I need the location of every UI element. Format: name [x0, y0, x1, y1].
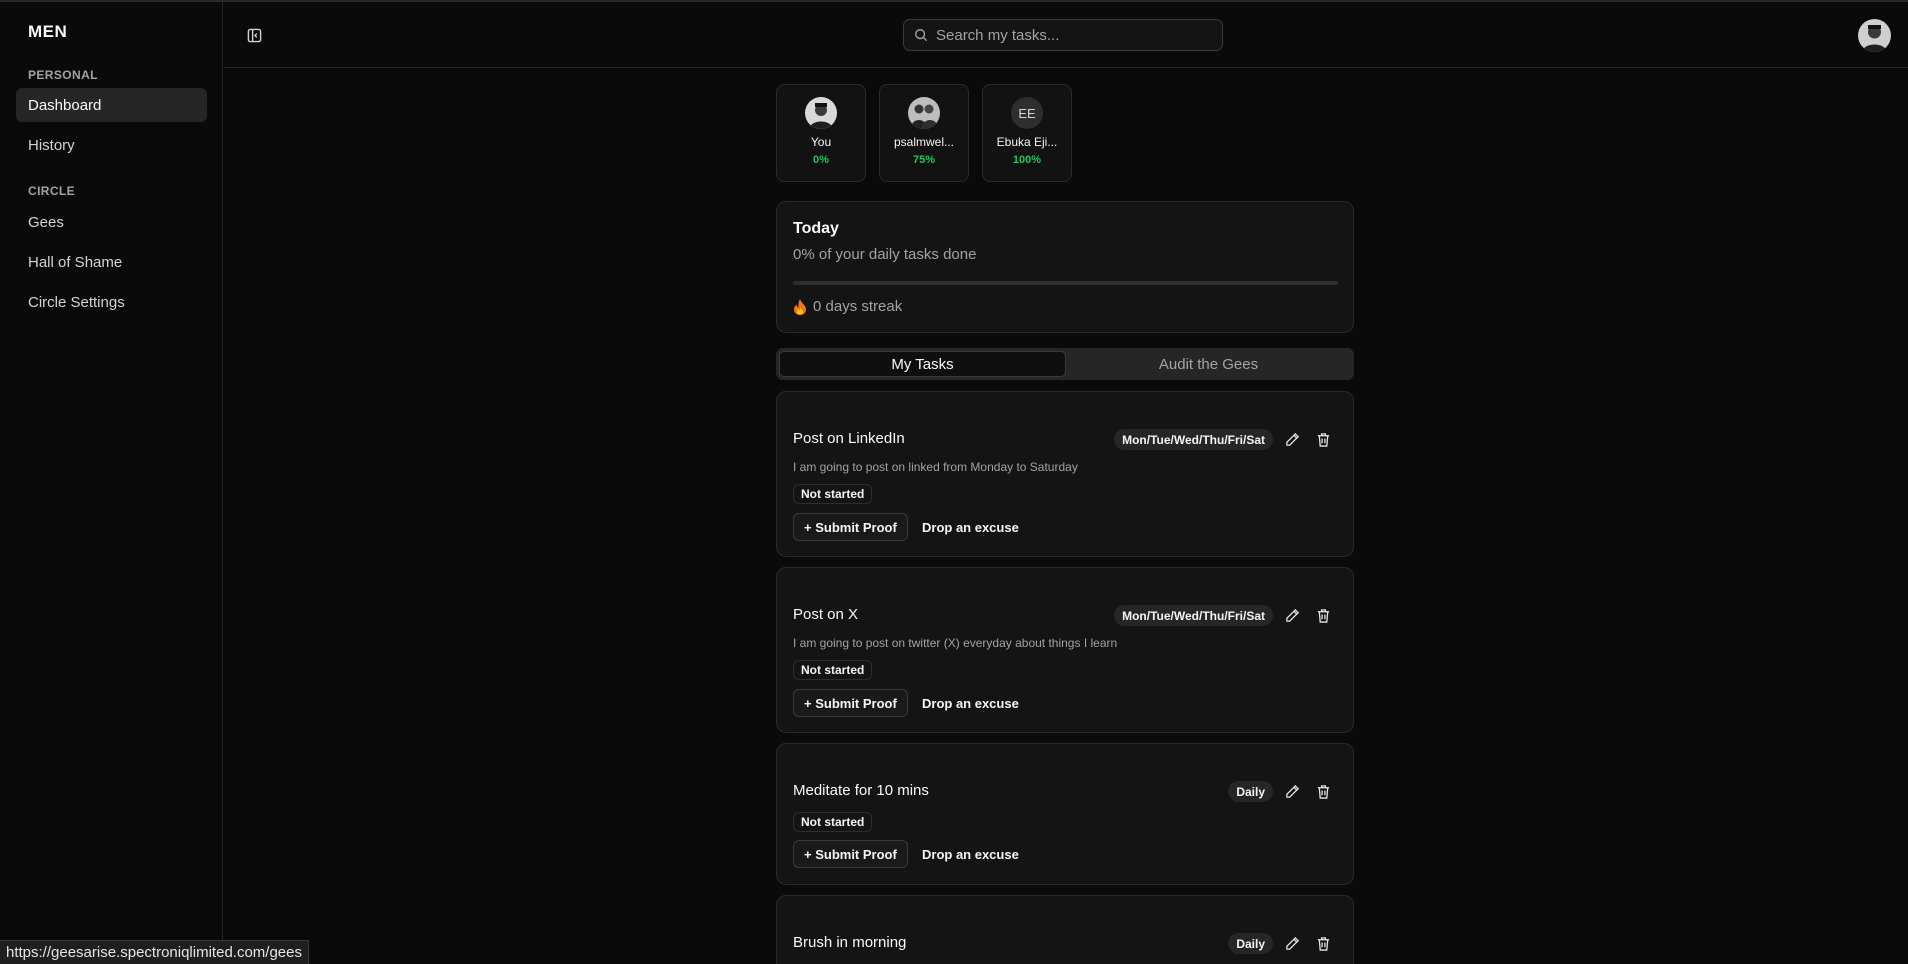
pencil-icon	[1285, 784, 1299, 798]
member-name: Ebuka Eji...	[996, 135, 1058, 149]
sidebar-item-dashboard[interactable]: Dashboard	[16, 88, 207, 122]
sidebar-group-personal: PERSONAL	[28, 68, 98, 82]
drop-excuse-button[interactable]: Drop an excuse	[922, 513, 1019, 541]
search-box[interactable]	[903, 19, 1223, 51]
trash-icon	[1317, 784, 1329, 799]
submit-proof-button[interactable]: + Submit Proof	[793, 689, 908, 717]
sidebar-group-circle: CIRCLE	[28, 184, 76, 198]
pencil-icon	[1285, 936, 1299, 950]
trash-icon	[1317, 432, 1329, 447]
sidebar: MEN PERSONAL Dashboard History CIRCLE Ge…	[0, 2, 223, 964]
task-schedule-badge: Mon/Tue/Wed/Thu/Fri/Sat	[1114, 605, 1273, 626]
trash-icon	[1317, 608, 1329, 623]
task-schedule-badge: Daily	[1228, 933, 1273, 954]
circle-members: You 0% psalmwel... 75% EE Ebuka Eji... 1…	[776, 84, 1072, 182]
member-card-ebuka[interactable]: EE Ebuka Eji... 100%	[982, 84, 1072, 182]
sidebar-item-gees[interactable]: Gees	[16, 205, 207, 239]
task-schedule-badge: Daily	[1228, 781, 1273, 802]
tasks-tabs: My Tasks Audit the Gees	[776, 348, 1354, 380]
member-avatar-initials: EE	[1011, 97, 1043, 129]
task-schedule-badge: Mon/Tue/Wed/Thu/Fri/Sat	[1114, 429, 1273, 450]
today-summary-card: Today 0% of your daily tasks done 0 days…	[776, 201, 1354, 333]
today-title: Today	[793, 220, 839, 237]
edit-task-button[interactable]	[1282, 429, 1302, 449]
task-title: Post on LinkedIn	[793, 430, 905, 447]
sidebar-item-history[interactable]: History	[16, 128, 207, 162]
task-status-badge: Not started	[793, 484, 873, 504]
streak-row: 0 days streak	[793, 298, 902, 315]
delete-task-button[interactable]	[1313, 429, 1333, 449]
task-card: Meditate for 10 mins Daily Not started +…	[776, 743, 1354, 885]
drop-excuse-button[interactable]: Drop an excuse	[922, 689, 1019, 717]
pencil-icon	[1285, 608, 1299, 622]
tab-audit-the-gees[interactable]: Audit the Gees	[1066, 351, 1351, 377]
member-card-psalmwel[interactable]: psalmwel... 75%	[879, 84, 969, 182]
member-percent: 75%	[912, 154, 936, 166]
task-description: I am going to post on linked from Monday…	[793, 460, 1078, 474]
search-icon	[915, 29, 928, 42]
panel-left-icon	[247, 28, 261, 42]
task-card: Brush in morning Daily	[776, 895, 1354, 964]
sidebar-item-circle-settings[interactable]: Circle Settings	[16, 285, 207, 319]
sidebar-toggle-button[interactable]	[244, 25, 264, 45]
edit-task-button[interactable]	[1282, 933, 1302, 953]
task-title: Brush in morning	[793, 934, 907, 951]
streak-text: 0 days streak	[813, 298, 903, 315]
task-card: Post on LinkedIn Mon/Tue/Wed/Thu/Fri/Sat…	[776, 391, 1354, 557]
member-avatar	[908, 97, 940, 129]
today-subtitle: 0% of your daily tasks done	[793, 246, 977, 263]
submit-proof-button[interactable]: + Submit Proof	[793, 513, 908, 541]
sidebar-item-hall-of-shame[interactable]: Hall of Shame	[16, 245, 207, 279]
task-title: Post on X	[793, 606, 859, 623]
trash-icon	[1317, 936, 1329, 951]
task-description: I am going to post on twitter (X) everyd…	[793, 636, 1118, 650]
member-percent: 100%	[1012, 154, 1042, 166]
user-avatar[interactable]	[1858, 19, 1891, 52]
member-photo-icon	[805, 97, 837, 129]
pencil-icon	[1285, 432, 1299, 446]
member-name: psalmwel...	[893, 135, 955, 149]
link-status-bar: https://geesarise.spectroniqlimited.com/…	[0, 940, 309, 964]
member-avatar	[805, 97, 837, 129]
edit-task-button[interactable]	[1282, 605, 1302, 625]
task-status-badge: Not started	[793, 660, 873, 680]
top-header	[224, 2, 1908, 68]
member-name: You	[810, 135, 832, 149]
daily-progress-bar	[793, 281, 1338, 285]
user-photo-icon	[1858, 19, 1891, 52]
drop-excuse-button[interactable]: Drop an excuse	[922, 840, 1019, 868]
delete-task-button[interactable]	[1313, 933, 1333, 953]
member-card-you[interactable]: You 0%	[776, 84, 866, 182]
search-input[interactable]	[936, 26, 1206, 44]
task-title: Meditate for 10 mins	[793, 782, 929, 799]
fire-icon	[794, 298, 806, 315]
task-card: Post on X Mon/Tue/Wed/Thu/Fri/Sat I am g…	[776, 567, 1354, 733]
delete-task-button[interactable]	[1313, 605, 1333, 625]
edit-task-button[interactable]	[1282, 781, 1302, 801]
delete-task-button[interactable]	[1313, 781, 1333, 801]
member-photo-icon	[908, 97, 940, 129]
submit-proof-button[interactable]: + Submit Proof	[793, 840, 908, 868]
task-status-badge: Not started	[793, 812, 873, 832]
brand-logo[interactable]: MEN	[28, 22, 67, 42]
member-percent: 0%	[813, 154, 829, 166]
tab-my-tasks[interactable]: My Tasks	[779, 351, 1066, 377]
